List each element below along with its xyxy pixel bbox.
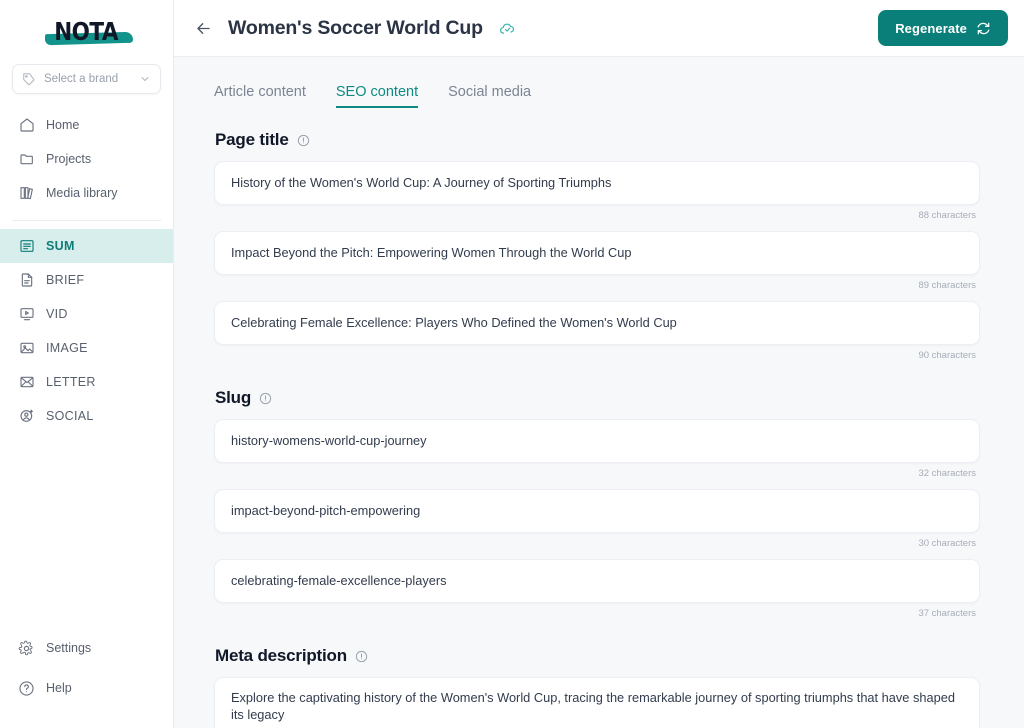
section-heading: Slug [215, 388, 252, 407]
sidebar-item-label: Projects [46, 152, 92, 166]
char-count: 89 characters [918, 280, 976, 291]
tab-article-content[interactable]: Article content [214, 84, 306, 108]
field-page-title-3: Celebrating Female Excellence: Players W… [214, 301, 980, 366]
app-root: NOTA Select a brand Home Projects Media … [0, 0, 1024, 728]
chevron-down-icon [139, 73, 151, 85]
char-count: 90 characters [918, 350, 976, 361]
sidebar-item-label: VID [46, 307, 68, 321]
sidebar-item-label: BRIEF [46, 273, 85, 287]
tag-icon [22, 72, 36, 86]
sidebar-item-label: Help [46, 681, 72, 695]
sidebar-item-label: SOCIAL [46, 409, 94, 423]
regenerate-button[interactable]: Regenerate [878, 10, 1008, 46]
books-icon [18, 185, 35, 202]
field-page-title-1: History of the Women's World Cup: A Jour… [214, 161, 980, 226]
sidebar-primary-nav: Home Projects Media library [0, 108, 173, 212]
topbar: Women's Soccer World Cup Regenerate [174, 0, 1024, 57]
sidebar-item-settings[interactable]: Settings [0, 628, 173, 668]
slug-input-2[interactable]: impact-beyond-pitch-empowering [214, 489, 980, 533]
brand-selector-placeholder: Select a brand [44, 73, 119, 85]
video-icon [18, 306, 35, 323]
sidebar-item-label: IMAGE [46, 341, 88, 355]
sidebar-item-label: Home [46, 118, 80, 132]
sidebar-item-image[interactable]: IMAGE [0, 331, 173, 365]
section-header: Meta description [215, 646, 980, 666]
sidebar-item-brief[interactable]: BRIEF [0, 263, 173, 297]
arrow-left-icon[interactable] [192, 17, 214, 39]
slug-input-3[interactable]: celebrating-female-excellence-players [214, 559, 980, 603]
section-header: Page title [215, 130, 980, 150]
sidebar-item-label: Media library [46, 186, 118, 200]
sidebar-item-help[interactable]: Help [0, 668, 173, 708]
cloud-check-icon [499, 20, 516, 37]
logo-text: NOTA [54, 16, 119, 46]
sidebar: NOTA Select a brand Home Projects Media … [0, 0, 174, 728]
envelope-icon [18, 374, 35, 391]
sidebar-item-vid[interactable]: VID [0, 297, 173, 331]
section-slug: Slug history-womens-world-cup-journey 32… [214, 388, 980, 624]
page-title-input-1[interactable]: History of the Women's World Cup: A Jour… [214, 161, 980, 205]
sidebar-item-sum[interactable]: SUM [0, 229, 173, 263]
section-page-title: Page title History of the Women's World … [214, 130, 980, 366]
page-title-input-3[interactable]: Celebrating Female Excellence: Players W… [214, 301, 980, 345]
app-logo[interactable]: NOTA [0, 0, 173, 58]
sidebar-item-projects[interactable]: Projects [0, 142, 173, 176]
sidebar-item-letter[interactable]: LETTER [0, 365, 173, 399]
document-lines-icon [18, 238, 35, 255]
file-icon [18, 272, 35, 289]
char-count: 30 characters [918, 538, 976, 549]
field-slug-3: celebrating-female-excellence-players 37… [214, 559, 980, 624]
char-count: 88 characters [918, 210, 976, 221]
char-count: 32 characters [918, 468, 976, 479]
field-meta-description-1: Explore the captivating history of the W… [214, 677, 980, 728]
content-tabs: Article content SEO content Social media [214, 57, 980, 108]
section-heading: Meta description [215, 646, 347, 665]
info-icon[interactable] [259, 392, 272, 405]
page-title: Women's Soccer World Cup [228, 16, 483, 39]
char-count: 37 characters [918, 608, 976, 619]
page-title-input-2[interactable]: Impact Beyond the Pitch: Empowering Wome… [214, 231, 980, 275]
sidebar-item-home[interactable]: Home [0, 108, 173, 142]
refresh-icon [976, 21, 991, 36]
section-meta-description: Meta description Explore the captivating… [214, 646, 980, 728]
section-heading: Page title [215, 130, 289, 149]
main-area: Women's Soccer World Cup Regenerate Arti… [174, 0, 1024, 728]
info-icon[interactable] [297, 134, 310, 147]
home-icon [18, 117, 35, 134]
meta-description-input-1[interactable]: Explore the captivating history of the W… [214, 677, 980, 728]
field-slug-2: impact-beyond-pitch-empowering 30 charac… [214, 489, 980, 554]
info-icon[interactable] [355, 650, 368, 663]
sidebar-tools-nav: SUM BRIEF VID IMAGE LETTER SOCIAL [0, 229, 173, 435]
section-header: Slug [215, 388, 980, 408]
tab-seo-content[interactable]: SEO content [335, 84, 419, 108]
sidebar-item-label: Settings [46, 641, 92, 655]
field-slug-1: history-womens-world-cup-journey 32 char… [214, 419, 980, 484]
sidebar-item-media-library[interactable]: Media library [0, 176, 173, 210]
question-circle-icon [18, 680, 35, 697]
tab-social-media[interactable]: Social media [448, 84, 531, 108]
user-plus-icon [18, 408, 35, 425]
content-scroll-area: Article content SEO content Social media… [174, 57, 1024, 728]
field-page-title-2: Impact Beyond the Pitch: Empowering Wome… [214, 231, 980, 296]
folder-icon [18, 151, 35, 168]
sidebar-item-label: LETTER [46, 375, 96, 389]
sidebar-bottom-nav: Settings Help [0, 628, 173, 728]
slug-input-1[interactable]: history-womens-world-cup-journey [214, 419, 980, 463]
brand-selector[interactable]: Select a brand [12, 64, 161, 94]
regenerate-button-label: Regenerate [895, 20, 967, 36]
sidebar-item-label: SUM [46, 239, 75, 253]
sidebar-divider [12, 220, 161, 221]
image-icon [18, 340, 35, 357]
gear-icon [18, 640, 35, 657]
sidebar-item-social[interactable]: SOCIAL [0, 399, 173, 433]
